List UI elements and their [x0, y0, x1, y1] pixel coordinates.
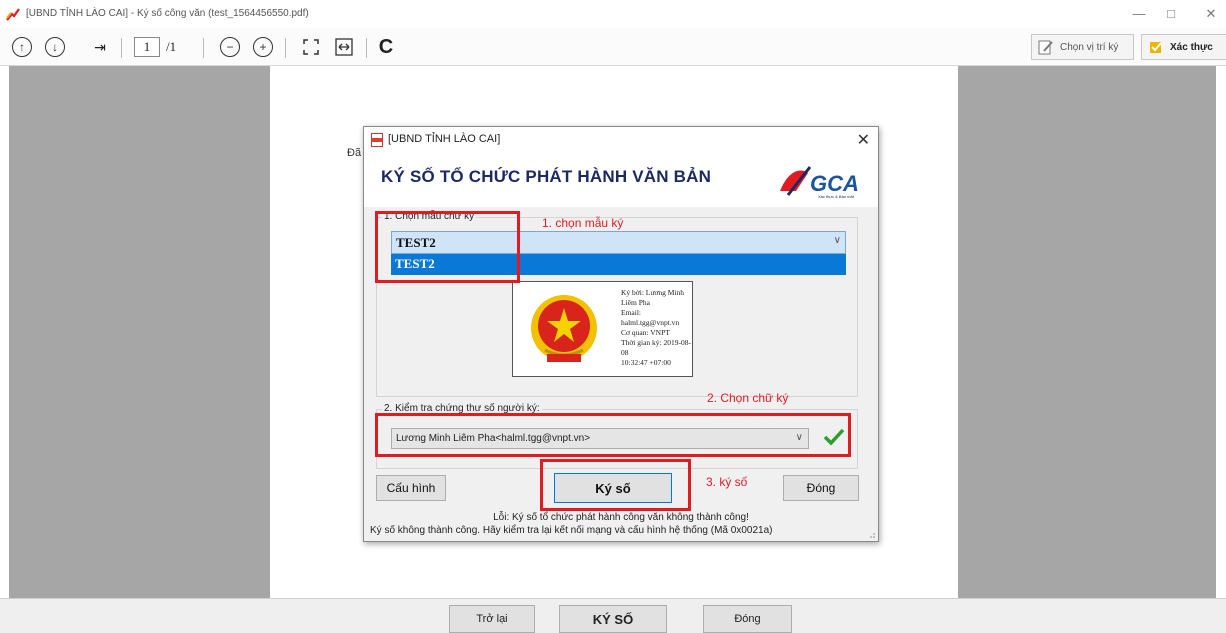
- dialog-heading: KÝ SỐ TỔ CHỨC PHÁT HÀNH VĂN BẢN: [381, 167, 712, 186]
- verify-icon: [1150, 42, 1162, 53]
- dialog-header: KÝ SỐ TỔ CHỨC PHÁT HÀNH VĂN BẢN GCA Xác …: [364, 153, 878, 207]
- window-title: [UBND TỈNH LÀO CAI] - Ký số công văn (te…: [26, 8, 309, 19]
- annotation-box-step3: [540, 459, 691, 511]
- choose-position-label: Chọn vị trí ký: [1060, 41, 1119, 53]
- verify-label: Xác thực: [1170, 41, 1213, 53]
- toolbar-separator: [121, 38, 122, 58]
- sig-signer: Ký bởi: Lương Minh Liêm Pha: [621, 288, 685, 307]
- maximize-button[interactable]: □: [1158, 6, 1184, 21]
- dialog-titlebar: [UBND TỈNH LÀO CAI] ✕: [364, 127, 878, 153]
- minimize-button[interactable]: —: [1126, 6, 1152, 21]
- annotation-box-step1: [375, 211, 520, 283]
- annotation-step1: 1. chọn mẫu ký: [542, 216, 624, 230]
- sig-time-2: 10:32:47 +07:00: [621, 358, 671, 367]
- page-number-input[interactable]: 1: [134, 37, 160, 57]
- close-main-button[interactable]: Đóng: [703, 605, 792, 633]
- national-emblem-icon: [531, 295, 597, 362]
- zoom-in-icon[interactable]: +: [253, 37, 273, 57]
- fit-page-icon[interactable]: [300, 36, 322, 58]
- choose-position-button[interactable]: Chọn vị trí ký: [1031, 34, 1134, 60]
- error-detail: Ký số không thành công. Hãy kiểm tra lại…: [370, 525, 773, 536]
- back-button[interactable]: Trở lại: [449, 605, 535, 633]
- config-button[interactable]: Cấu hình: [376, 475, 446, 501]
- toolbar-separator: [285, 38, 286, 58]
- app-icon: [6, 8, 20, 21]
- toolbar-separator: [203, 38, 204, 58]
- annotation-step2: 2. Chọn chữ ký: [707, 391, 789, 405]
- sign-main-button[interactable]: KÝ SỐ: [559, 605, 667, 633]
- edit-position-icon: [1038, 40, 1053, 55]
- dialog-title: [UBND TỈNH LÀO CAI]: [388, 133, 501, 145]
- annotation-box-step2: [375, 413, 851, 457]
- logo-subtitle: Xác thực & Bảo mật: [818, 194, 855, 199]
- sig-email: Email: halml.tgg@vnpt.vn: [621, 308, 680, 327]
- sig-org: Cơ quan: VNPT: [621, 328, 670, 337]
- page-total: /1: [166, 39, 177, 54]
- last-page-icon[interactable]: ⇥: [89, 36, 111, 58]
- toolbar-separator: [366, 38, 367, 58]
- toolbar: ↑ ↓ ⇥ 1 /1 − + C Chọn vị trí ký Xác thực: [0, 28, 1226, 66]
- zoom-out-icon[interactable]: −: [220, 37, 240, 57]
- page-text-fragment: Đã: [347, 147, 362, 159]
- logo-text: GCA: [810, 171, 859, 196]
- close-window-button[interactable]: ✕: [1198, 6, 1224, 22]
- resize-grip-icon[interactable]: [867, 530, 875, 538]
- bottom-bar: Trở lại KÝ SỐ Đóng: [0, 598, 1226, 633]
- pdf-icon: [371, 133, 383, 147]
- fit-width-icon[interactable]: [333, 36, 355, 58]
- annotation-step3: 3. ký số: [706, 475, 748, 489]
- signature-info: Ký bởi: Lương Minh Liêm Pha Email: halml…: [621, 288, 692, 368]
- rotate-icon[interactable]: C: [375, 36, 397, 58]
- verify-button[interactable]: Xác thực: [1141, 34, 1226, 60]
- window-titlebar: [UBND TỈNH LÀO CAI] - Ký số công văn (te…: [0, 0, 1226, 28]
- sig-time: Thời gian ký: 2019-08-08: [621, 338, 691, 357]
- chevron-down-icon[interactable]: ∨: [834, 235, 841, 246]
- close-icon[interactable]: ✕: [857, 130, 870, 150]
- arrow-up-icon[interactable]: ↑: [12, 37, 32, 57]
- gca-logo: GCA Xác thực & Bảo mật: [780, 166, 859, 199]
- close-button[interactable]: Đóng: [783, 475, 859, 501]
- error-message: Lỗi: Ký số tổ chức phát hành công văn kh…: [493, 512, 749, 523]
- signature-preview: Ký bởi: Lương Minh Liêm Pha Email: halml…: [512, 281, 693, 377]
- arrow-down-icon[interactable]: ↓: [45, 37, 65, 57]
